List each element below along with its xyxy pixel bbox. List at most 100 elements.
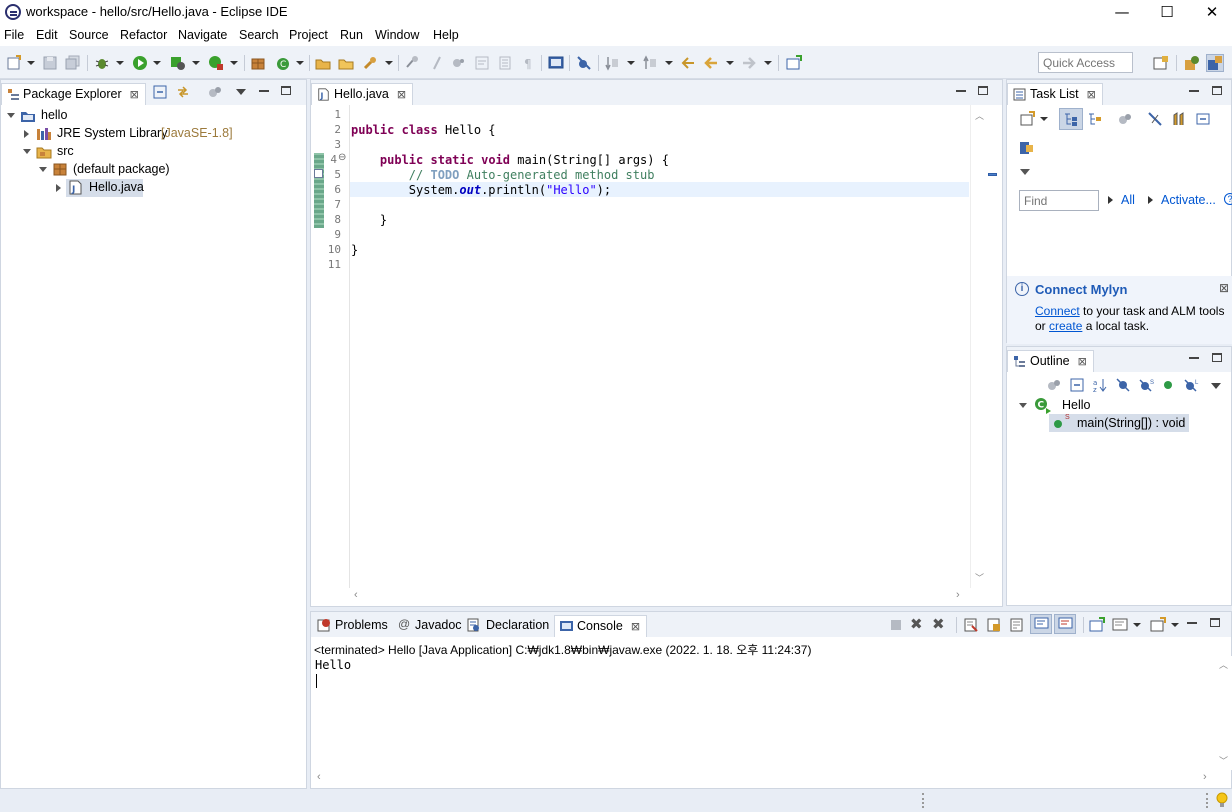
fold-collapse-icon[interactable]: ⊖ [338,152,346,163]
menu-file[interactable]: File [4,28,24,42]
tab-javadoc[interactable]: @ Javadoc [397,617,462,632]
hide-completed-icon[interactable] [1147,111,1163,127]
overview-marker[interactable] [988,173,997,176]
scheduled-icon[interactable] [1087,111,1103,127]
scroll-up-icon[interactable]: ︿ [975,109,984,122]
tab-package-explorer[interactable]: Package Explorer ⊠ [1,83,146,105]
connect-link[interactable]: Connect [1035,304,1080,318]
save-icon[interactable] [42,55,58,71]
collapse-outline-icon[interactable] [1070,378,1084,392]
coverage-dropdown-icon[interactable] [192,61,200,65]
task-filter-menu-icon[interactable] [1020,169,1030,175]
last-edit-location-icon[interactable] [680,55,696,71]
minimize-view-icon[interactable] [1187,622,1197,624]
hide-local-types-icon[interactable]: L [1184,378,1200,392]
scroll-down-icon[interactable]: ﹀ [975,571,984,584]
task-find-input[interactable] [1019,190,1099,211]
close-button[interactable]: ✕ [1189,0,1232,26]
collapse-toggle-icon[interactable] [24,130,29,138]
close-tab-icon[interactable]: ⊠ [397,89,406,101]
collapse-toggle-icon[interactable] [56,184,61,192]
hide-static-icon[interactable]: S [1139,378,1155,392]
show-console-stdout-toggle[interactable] [1030,614,1052,634]
activate-task-link[interactable]: Activate... [1161,193,1216,207]
pin-console-icon[interactable] [1089,617,1105,633]
previous-annotation-dropdown-icon[interactable] [665,61,673,65]
next-annotation-icon[interactable] [604,55,620,71]
help-icon[interactable]: ? [1224,193,1232,205]
new-task-icon[interactable] [1019,111,1035,127]
repository-icon[interactable] [1018,140,1034,156]
focus-on-task-icon[interactable] [208,85,222,99]
tab-console[interactable]: Console ⊠ [554,615,648,637]
remove-launch-icon[interactable]: ✖ [910,615,923,633]
menu-navigate[interactable]: Navigate [178,28,227,42]
tip-lightbulb-icon[interactable] [1215,792,1229,809]
pilcrow-icon[interactable]: ¶ [520,55,536,71]
show-console-stderr-toggle[interactable] [1054,614,1076,634]
toggle-breadcrumb-icon[interactable] [429,55,445,71]
scroll-up-icon[interactable]: ︿ [1219,658,1228,671]
debug-icon[interactable] [94,55,110,71]
display-console-dropdown-icon[interactable] [1133,623,1141,627]
expand-toggle-icon[interactable] [39,167,47,172]
new-dropdown-icon[interactable] [27,61,35,65]
editor-vertical-scrollbar[interactable]: ︿ ﹀ [970,105,987,588]
menu-edit[interactable]: Edit [36,28,58,42]
close-tab-icon[interactable]: ⊠ [631,621,640,633]
menu-help[interactable]: Help [433,28,459,42]
scroll-right-icon[interactable]: › [956,589,960,601]
pin-editor-icon[interactable] [786,55,802,71]
scroll-right-icon[interactable]: › [1203,771,1207,783]
menu-source[interactable]: Source [69,28,109,42]
menu-search[interactable]: Search [239,28,279,42]
search-dropdown-icon[interactable] [385,61,393,65]
skip-breakpoints-icon[interactable] [576,55,592,71]
scroll-lock-icon[interactable] [987,618,1001,632]
save-all-icon[interactable] [65,55,81,71]
show-whitespace-icon[interactable] [497,55,513,71]
console-vertical-scrollbar[interactable]: ︿ ﹀ [1215,656,1232,770]
console-output[interactable]: Hello [315,658,351,672]
close-tab-icon[interactable]: ⊠ [1087,89,1096,101]
open-task-icon[interactable] [338,55,354,71]
minimize-button[interactable]: — [1099,0,1145,26]
close-mylyn-icon[interactable]: ⊠ [1219,281,1229,295]
maximize-view-icon[interactable] [281,86,291,95]
maximize-view-icon[interactable] [1212,353,1222,362]
minimize-editor-icon[interactable] [956,90,966,92]
editor-horizontal-scrollbar[interactable]: ‹ › [350,588,970,605]
minimize-view-icon[interactable] [1189,90,1199,92]
tab-outline[interactable]: Outline ⊠ [1007,350,1094,372]
menu-window[interactable]: Window [375,28,419,42]
run-icon[interactable] [132,55,148,71]
back-icon[interactable] [703,55,719,71]
scroll-down-icon[interactable]: ﹀ [1219,754,1228,767]
forward-dropdown-icon[interactable] [764,61,772,65]
tab-problems[interactable]: Problems [315,618,388,632]
new-task-dropdown-icon[interactable] [1040,117,1048,121]
toggle-mark-occurrences-icon[interactable] [404,55,420,71]
collapse-tasks-icon[interactable] [1171,111,1187,127]
previous-annotation-icon[interactable] [642,55,658,71]
link-with-editor-icon[interactable] [176,85,190,99]
tab-declaration[interactable]: Declaration [466,618,549,632]
open-type-icon[interactable] [315,55,331,71]
hide-fields-icon[interactable] [1116,378,1130,392]
scroll-left-icon[interactable]: ‹ [317,771,321,783]
task-marker-icon[interactable] [314,169,323,178]
collapse-all-icon[interactable] [153,85,167,99]
all-tasks-link[interactable]: All [1121,193,1135,207]
forward-icon[interactable] [741,55,757,71]
outline-item-main-method[interactable]: S main(String[]) : void [1049,414,1189,432]
expand-toggle-icon[interactable] [7,113,15,118]
menu-run[interactable]: Run [340,28,363,42]
outline-view-menu-icon[interactable] [1211,383,1221,389]
minimize-view-icon[interactable] [259,90,269,92]
maximize-view-icon[interactable] [1212,86,1222,95]
back-dropdown-icon[interactable] [726,61,734,65]
menu-refactor[interactable]: Refactor [120,28,167,42]
debug-perspective-icon[interactable] [1184,55,1200,71]
expand-toggle-icon[interactable] [23,149,31,154]
sort-icon[interactable]: az [1093,378,1109,392]
